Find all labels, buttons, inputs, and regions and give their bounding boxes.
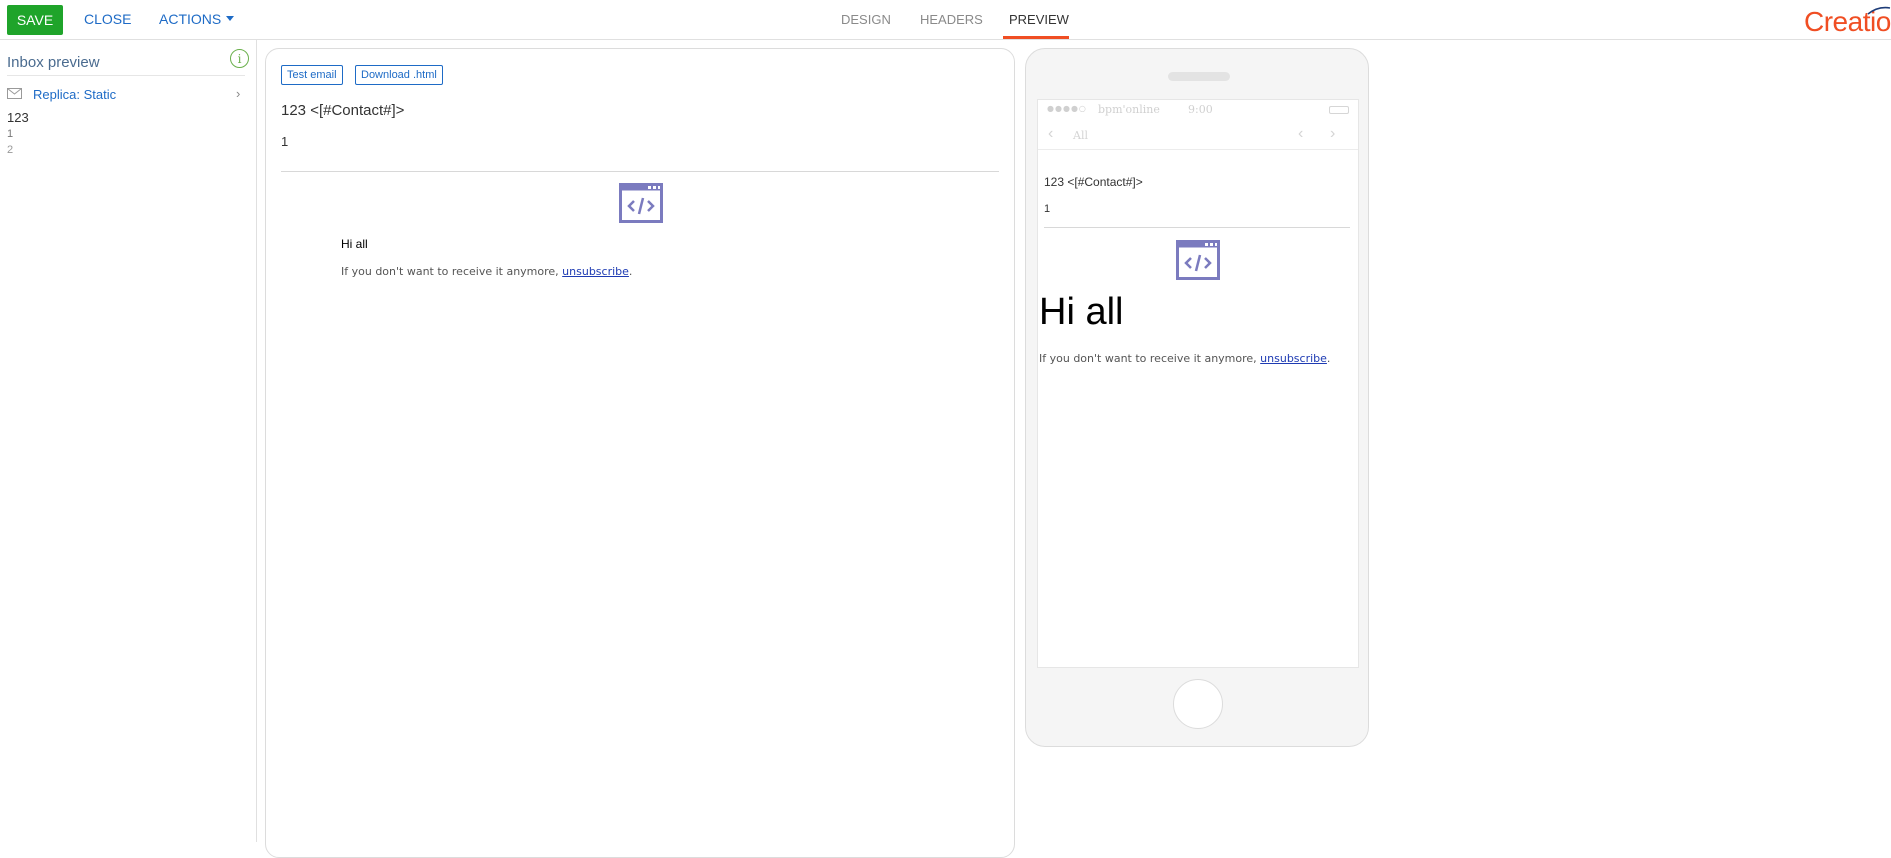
- info-icon[interactable]: i: [230, 49, 249, 68]
- signal-icon: ●●●●○: [1047, 104, 1087, 113]
- email-divider: [1044, 227, 1350, 228]
- actions-menu-button[interactable]: ACTIONS: [159, 11, 235, 27]
- unsubscribe-text: If you don't want to receive it anymore,…: [341, 265, 632, 278]
- email-preheader: 1: [281, 134, 289, 149]
- mobile-phone-frame: ●●●●○ bpm'online 9:00 ‹ All ‹ › 123 <[#C…: [1025, 48, 1369, 747]
- top-toolbar: SAVE CLOSE ACTIONS DESIGN HEADERS PREVIE…: [0, 0, 1891, 40]
- tab-headers[interactable]: HEADERS: [920, 12, 983, 27]
- desktop-email-preview: Test email Download .html 123 <[#Contact…: [265, 48, 1015, 858]
- preview-subject: 123: [7, 110, 29, 125]
- email-greeting: Hi all: [341, 237, 368, 251]
- email-divider: [281, 171, 999, 172]
- logo-swoosh-icon: [1867, 6, 1891, 15]
- phone-speaker: [1168, 72, 1230, 81]
- unsubscribe-link[interactable]: unsubscribe: [562, 265, 629, 278]
- mobile-email-preview: ●●●●○ bpm'online 9:00 ‹ All ‹ › 123 <[#C…: [1037, 99, 1359, 668]
- email-preheader: 1: [1044, 203, 1051, 215]
- email-greeting: Hi all: [1039, 291, 1124, 333]
- download-html-button[interactable]: Download .html: [355, 65, 443, 85]
- sidebar-item-replica[interactable]: Replica: Static: [33, 87, 116, 102]
- unsubscribe-link[interactable]: unsubscribe: [1260, 352, 1327, 365]
- chevron-left-icon: ‹: [1298, 125, 1304, 142]
- save-button[interactable]: SAVE: [7, 5, 63, 35]
- sidebar-title: Inbox preview: [7, 54, 100, 71]
- battery-icon: [1329, 106, 1349, 114]
- unsubscribe-suffix: .: [628, 265, 633, 278]
- inbox-preview-sidebar: Inbox preview i Replica: Static › 123 1 …: [0, 40, 257, 842]
- tab-preview[interactable]: PREVIEW: [1009, 12, 1069, 27]
- unsubscribe-suffix: .: [1326, 352, 1331, 365]
- unsubscribe-text: If you don't want to receive it anymore,…: [1039, 352, 1330, 365]
- close-button[interactable]: CLOSE: [84, 11, 131, 27]
- test-email-button[interactable]: Test email: [281, 65, 343, 85]
- unsubscribe-prefix: If you don't want to receive it anymore,: [1039, 352, 1261, 365]
- envelope-icon: [7, 88, 22, 99]
- unsubscribe-prefix: If you don't want to receive it anymore,: [341, 265, 563, 278]
- phone-status-bar: ●●●●○ bpm'online 9:00: [1038, 100, 1358, 120]
- active-tab-indicator: [1003, 36, 1069, 39]
- status-time: 9:00: [1188, 103, 1213, 116]
- actions-label: ACTIONS: [159, 11, 222, 27]
- preview-line: 1: [7, 128, 14, 140]
- carrier-name: bpm'online: [1098, 103, 1160, 116]
- html-code-icon: [1176, 240, 1220, 280]
- caret-down-icon: [226, 16, 235, 21]
- preview-line: 2: [7, 144, 14, 156]
- chevron-left-icon: ‹: [1048, 125, 1054, 142]
- email-subject: 123 <[#Contact#]>: [1044, 175, 1143, 189]
- nav-back-label: All: [1073, 129, 1088, 142]
- sidebar-divider: [7, 75, 245, 76]
- email-subject: 123 <[#Contact#]>: [281, 102, 405, 119]
- html-code-icon: [619, 183, 663, 223]
- tab-design[interactable]: DESIGN: [841, 12, 891, 27]
- mail-nav-bar: ‹ All ‹ ›: [1038, 120, 1358, 150]
- phone-home-button: [1173, 679, 1223, 729]
- chevron-right-icon: ›: [1330, 125, 1336, 142]
- chevron-right-icon[interactable]: ›: [236, 86, 240, 101]
